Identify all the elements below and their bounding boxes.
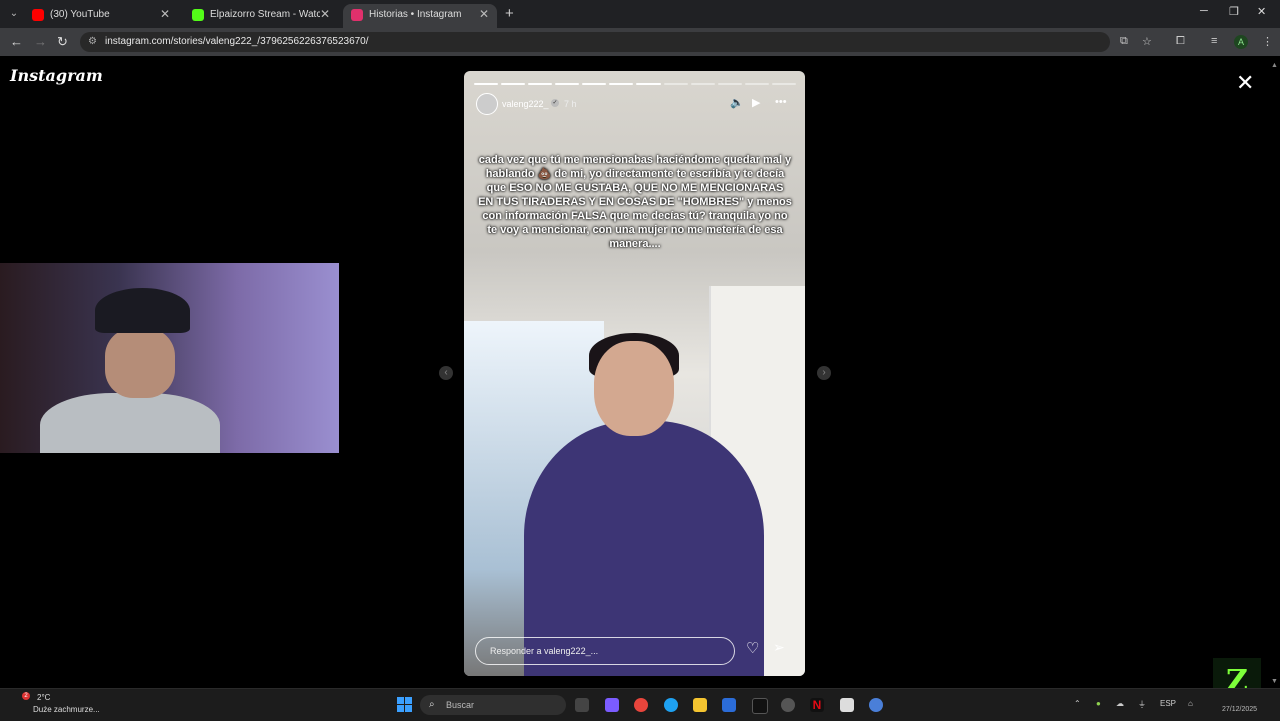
- address-bar[interactable]: ⚙ instagram.com/stories/valeng222_/37962…: [80, 32, 1110, 52]
- app-icon-2[interactable]: [840, 698, 854, 712]
- mute-toggle-icon[interactable]: 🔈: [730, 96, 744, 109]
- story-progress-segment: [528, 83, 553, 85]
- streamer-webcam: [0, 263, 339, 453]
- verified-badge-icon: ✓: [551, 99, 559, 107]
- scrollbar-up-arrow[interactable]: ▲: [1271, 62, 1278, 69]
- previous-story-arrow[interactable]: ‹: [439, 366, 453, 380]
- tab-youtube[interactable]: (30) YouTube ✕: [24, 4, 178, 28]
- tab-instagram-stories[interactable]: Historias • Instagram ✕: [343, 4, 497, 28]
- story-progress-bar: [474, 83, 796, 85]
- story-progress-segment: [771, 83, 796, 85]
- tiktok-icon[interactable]: [752, 698, 768, 714]
- clock-date[interactable]: 27/12/2025: [1222, 706, 1257, 713]
- minimize-icon[interactable]: ─: [1200, 5, 1208, 17]
- back-icon[interactable]: ←: [10, 34, 23, 49]
- webcam-figure-face: [105, 328, 175, 398]
- like-heart-icon[interactable]: ♡: [746, 639, 759, 657]
- story-progress-segment: [501, 83, 526, 85]
- tray-app-icon[interactable]: ●: [1096, 699, 1101, 708]
- edge-icon[interactable]: [664, 698, 678, 712]
- reply-placeholder: Responder a valeng222_...: [490, 646, 599, 656]
- instagram-logo[interactable]: Instagram: [10, 66, 103, 85]
- more-options-icon[interactable]: •••: [775, 96, 787, 108]
- forward-icon[interactable]: →: [34, 34, 47, 49]
- microsoft-store-icon[interactable]: [722, 698, 736, 712]
- kick-favicon-icon: [192, 9, 204, 21]
- story-person-head: [594, 341, 674, 436]
- story-progress-segment: [636, 83, 661, 85]
- task-view-icon[interactable]: [575, 698, 589, 712]
- tray-usb-icon[interactable]: ⏚: [1138, 699, 1146, 710]
- tab-strip: ⌄ (30) YouTube ✕ Elpaizorro Stream - Wat…: [0, 0, 1280, 28]
- story-user-avatar[interactable]: [476, 93, 498, 115]
- show-hidden-icons-chevron-icon[interactable]: ⌃: [1074, 699, 1081, 708]
- tab-kick-stream[interactable]: Elpaizorro Stream - Watch Live ✕: [184, 4, 338, 28]
- story-caption: cada vez que tú me mencionabas haciéndom…: [478, 154, 792, 250]
- tab-title: Historias • Instagram: [369, 9, 462, 20]
- notification-badge: 2: [22, 692, 30, 700]
- tray-network-icon[interactable]: ☁: [1116, 699, 1124, 708]
- wifi-icon[interactable]: ⌂: [1188, 699, 1193, 708]
- scrollbar-down-arrow[interactable]: ▼: [1271, 678, 1278, 685]
- close-tab-icon[interactable]: ✕: [160, 7, 170, 21]
- tab-title: (30) YouTube: [50, 9, 110, 20]
- taskbar-search[interactable]: ⌕ Buscar: [420, 695, 566, 715]
- taskbar-search-placeholder: Buscar: [446, 700, 475, 710]
- reload-icon[interactable]: ↻: [57, 34, 68, 50]
- netflix-icon[interactable]: N: [810, 698, 824, 712]
- tab-search-menu-icon[interactable]: ⌄: [6, 6, 22, 22]
- maximize-icon[interactable]: ❐: [1229, 5, 1239, 18]
- app-icon[interactable]: [781, 698, 795, 712]
- story-progress-segment: [474, 83, 499, 85]
- browser-toolbar: ← → ↻ ⚙ instagram.com/stories/valeng222_…: [0, 28, 1280, 56]
- webcam-figure-shirt: [40, 393, 220, 453]
- play-icon[interactable]: ▶: [752, 96, 760, 109]
- window-close-icon[interactable]: ✕: [1257, 5, 1266, 18]
- close-stories-button[interactable]: ✕: [1236, 70, 1254, 96]
- search-icon: ⌕: [429, 699, 435, 710]
- story-time-ago: 7 h: [564, 99, 577, 109]
- story-progress-segment: [744, 83, 769, 85]
- weather-temperature[interactable]: 2°C: [37, 693, 50, 702]
- copilot-icon[interactable]: [605, 698, 619, 712]
- taskbar: 2 2°C Duże zachmurze... ⌕ Buscar N ⌃ ● ☁…: [0, 688, 1280, 721]
- close-tab-icon[interactable]: ✕: [320, 7, 330, 21]
- install-app-icon[interactable]: ⧉: [1120, 35, 1128, 48]
- bookmark-star-icon[interactable]: ☆: [1142, 35, 1152, 48]
- windows-start-icon[interactable]: [397, 697, 412, 712]
- weather-description[interactable]: Duże zachmurze...: [33, 705, 100, 714]
- extensions-icon[interactable]: ⧠: [1176, 35, 1185, 48]
- instagram-favicon-icon: [351, 9, 363, 21]
- profile-avatar[interactable]: A: [1234, 35, 1248, 49]
- new-tab-button[interactable]: +: [505, 5, 514, 22]
- story-progress-segment: [717, 83, 742, 85]
- story-progress-segment: [609, 83, 634, 85]
- story-progress-segment: [582, 83, 607, 85]
- chrome-icon[interactable]: [634, 698, 648, 712]
- url-text[interactable]: instagram.com/stories/valeng222_/3796256…: [105, 36, 369, 47]
- story-viewer[interactable]: valeng222_ ✓ 7 h 🔈 ▶ ••• cada vez que tú…: [464, 71, 805, 676]
- browser-menu-icon[interactable]: ⋮: [1262, 35, 1273, 48]
- next-story-arrow[interactable]: ›: [817, 366, 831, 380]
- webcam-figure-cap: [95, 288, 190, 333]
- settings-gear-icon[interactable]: [869, 698, 883, 712]
- file-explorer-icon[interactable]: [693, 698, 707, 712]
- site-info-icon[interactable]: ⚙: [88, 36, 97, 47]
- send-share-icon[interactable]: ➢: [773, 639, 785, 656]
- reply-input[interactable]: Responder a valeng222_...: [475, 637, 735, 665]
- tab-title: Elpaizorro Stream - Watch Live: [210, 9, 320, 20]
- story-username[interactable]: valeng222_: [502, 99, 549, 109]
- language-indicator[interactable]: ESP: [1160, 699, 1176, 708]
- story-progress-segment: [690, 83, 715, 85]
- story-progress-segment: [555, 83, 580, 85]
- story-progress-segment: [663, 83, 688, 85]
- youtube-favicon-icon: [32, 9, 44, 21]
- close-tab-icon[interactable]: ✕: [479, 7, 489, 21]
- media-control-icon[interactable]: ≡: [1211, 35, 1217, 47]
